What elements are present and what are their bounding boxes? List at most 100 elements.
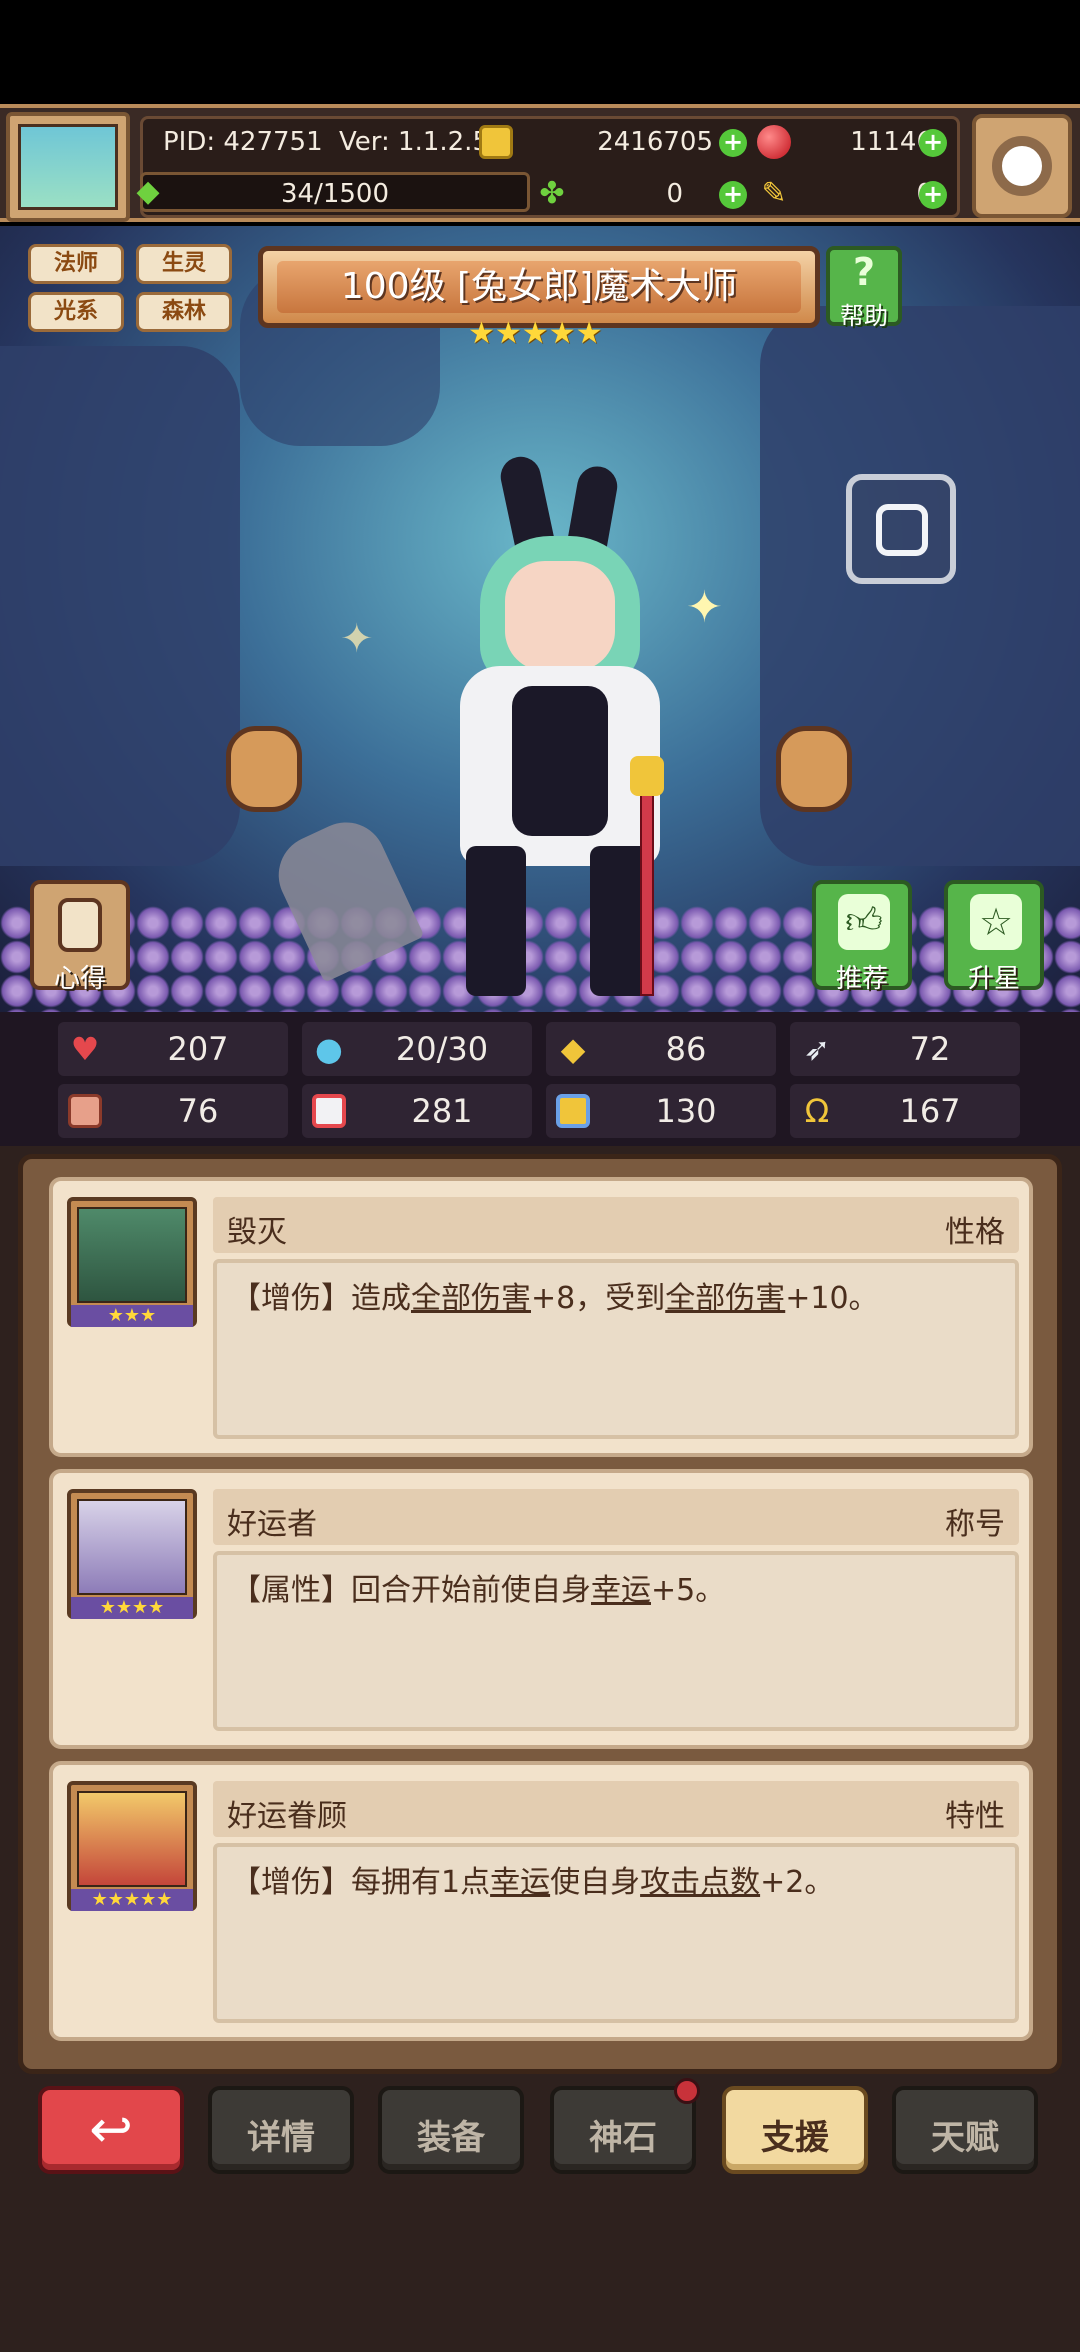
keyword-link[interactable]: 攻击点数 — [640, 1865, 760, 1900]
ticket-amount: 0 — [823, 179, 933, 209]
hp-value: 207 — [167, 1030, 229, 1068]
tab-support[interactable]: 支援 — [722, 2086, 868, 2174]
player-id: PID: 427751 — [163, 127, 323, 157]
back-arrow-icon: ↩ — [89, 2100, 133, 2160]
clover-icon: ✤ — [539, 176, 565, 211]
question-mark-icon: ? — [852, 250, 876, 294]
card-header: 好运者 称号 — [213, 1489, 1019, 1545]
clover-amount: 0 — [666, 179, 683, 209]
portrait-stars: ★★★★ — [71, 1597, 193, 1619]
view-toggle-button[interactable] — [846, 474, 956, 584]
insight-label: 心得 — [53, 964, 106, 994]
tab-talent[interactable]: 天赋 — [892, 2086, 1038, 2174]
magic-stat: 281 — [302, 1084, 532, 1138]
support-panel: ★★★ 毁灭 性格 【增伤】造成全部伤害+8，受到全部伤害+10。 ★★★★ 好… — [18, 1154, 1062, 2074]
help-button[interactable]: ? 帮助 — [826, 246, 902, 330]
card-name: 毁灭 — [227, 1215, 287, 1250]
red-gem-icon — [757, 125, 791, 159]
support-card[interactable]: ★★★★ 好运者 称号 【属性】回合开始前使自身幸运+5。 — [49, 1469, 1033, 1749]
left-arrow-token[interactable] — [226, 726, 302, 812]
tab-god-stone[interactable]: 神石 — [550, 2078, 700, 2174]
settings-button[interactable] — [972, 114, 1072, 218]
luck-stat: Ω 167 — [790, 1084, 1020, 1138]
card-header: 好运眷顾 特性 — [213, 1781, 1019, 1837]
card-header: 毁灭 性格 — [213, 1197, 1019, 1253]
character-face — [505, 561, 615, 671]
portrait-image — [77, 1791, 187, 1887]
keyword-link[interactable]: 幸运 — [490, 1865, 550, 1900]
skill-stat: 130 — [546, 1084, 776, 1138]
square-icon — [876, 504, 928, 556]
fist-icon — [68, 1094, 102, 1128]
card-description: 【增伤】每拥有1点幸运使自身攻击点数+2。 — [231, 1865, 835, 1900]
card-type: 性格 — [945, 1215, 1005, 1250]
upgrade-star-label: 升星 — [967, 964, 1020, 994]
keyword-link[interactable]: 全部伤害 — [411, 1281, 531, 1316]
right-arrow-token[interactable] — [776, 726, 852, 812]
thumbs-up-icon: 👍︎ — [838, 894, 890, 950]
player-avatar[interactable] — [6, 112, 130, 222]
defense-value: 86 — [665, 1030, 707, 1068]
notification-dot — [674, 2078, 700, 2104]
character-title: 100级 [兔女郎]魔术大师 — [277, 261, 801, 313]
tab-talent-label: 天赋 — [931, 2118, 999, 2158]
star-icon: ☆ — [970, 894, 1022, 950]
tab-details[interactable]: 详情 — [208, 2086, 354, 2174]
support-card[interactable]: ★★★ 毁灭 性格 【增伤】造成全部伤害+8，受到全部伤害+10。 — [49, 1177, 1033, 1457]
upgrade-star-button[interactable]: ☆ 升星 — [944, 880, 1044, 994]
character-scene: 法师 生灵 光系 森林 100级 [兔女郎]魔术大师 ★★★★★ ? 帮助 ✦ … — [0, 226, 1080, 1012]
card-portrait: ★★★★ — [67, 1489, 197, 1619]
shield-icon: ◆ — [560, 1030, 586, 1068]
magic-value: 281 — [411, 1092, 473, 1130]
keyword-link[interactable]: 幸运 — [591, 1573, 651, 1608]
add-ticket-button[interactable]: + — [919, 181, 947, 209]
skill-value: 130 — [655, 1092, 717, 1130]
tab-support-label: 支援 — [761, 2118, 829, 2158]
hp-stat: ♥ 207 — [58, 1022, 288, 1076]
card-description: 【属性】回合开始前使自身幸运+5。 — [231, 1573, 726, 1608]
book-icon — [312, 1094, 346, 1128]
tab-details-label: 详情 — [247, 2118, 315, 2158]
cane-handle — [630, 756, 664, 796]
back-button[interactable]: ↩ — [38, 2086, 184, 2174]
speed-stat: ➶ 72 — [790, 1022, 1020, 1076]
card-description-box: 【属性】回合开始前使自身幸运+5。 — [213, 1551, 1019, 1731]
add-gold-button[interactable]: + — [719, 129, 747, 157]
support-card[interactable]: ★★★★★ 好运眷顾 特性 【增伤】每拥有1点幸运使自身攻击点数+2。 — [49, 1761, 1033, 2041]
gold-amount: 2416705 — [597, 127, 713, 157]
add-gems-button[interactable]: + — [919, 129, 947, 157]
card-description: 【增伤】造成全部伤害+8，受到全部伤害+10。 — [231, 1281, 879, 1316]
tab-equipment[interactable]: 装备 — [378, 2086, 524, 2174]
habitat-tag: 森林 — [136, 292, 232, 332]
help-label: 帮助 — [840, 302, 888, 330]
tab-equipment-label: 装备 — [417, 2118, 485, 2158]
attack-stat: 76 — [58, 1084, 288, 1138]
tab-god-stone-label: 神石 — [589, 2118, 657, 2158]
stats-panel: ♥ 207 ● 20/30 ◆ 86 ➶ 72 76 281 130 Ω 167 — [0, 1012, 1080, 1146]
recommend-button[interactable]: 👍︎ 推荐 — [812, 880, 912, 994]
portrait-image — [77, 1207, 187, 1303]
luck-value: 167 — [899, 1092, 961, 1130]
card-name: 好运者 — [227, 1507, 317, 1542]
card-name: 好运眷顾 — [227, 1799, 347, 1834]
recommend-label: 推荐 — [835, 964, 888, 994]
add-clover-button[interactable]: + — [719, 181, 747, 209]
character-outfit — [512, 686, 608, 836]
gold-coin-icon — [479, 125, 513, 159]
card-portrait: ★★★★★ — [67, 1781, 197, 1911]
card-type: 称号 — [945, 1507, 1005, 1542]
insight-button[interactable]: 心得 — [30, 880, 130, 994]
race-tag: 生灵 — [136, 244, 232, 284]
wing-icon: ➶ — [803, 1030, 831, 1068]
stamina-bar: ◆ 34/1500 — [136, 172, 530, 212]
horseshoe-icon: Ω — [804, 1092, 830, 1130]
game-version: Ver: 1.1.2.5 — [339, 127, 489, 157]
element-tag: 光系 — [28, 292, 124, 332]
magic-cane — [640, 786, 654, 996]
mana-stat: ● 20/30 — [302, 1022, 532, 1076]
gem-amount: 11146 — [850, 127, 933, 157]
keyword-link[interactable]: 全部伤害 — [665, 1281, 785, 1316]
character-stars: ★★★★★ — [468, 316, 603, 351]
defense-stat: ◆ 86 — [546, 1022, 776, 1076]
card-type: 特性 — [945, 1799, 1005, 1834]
